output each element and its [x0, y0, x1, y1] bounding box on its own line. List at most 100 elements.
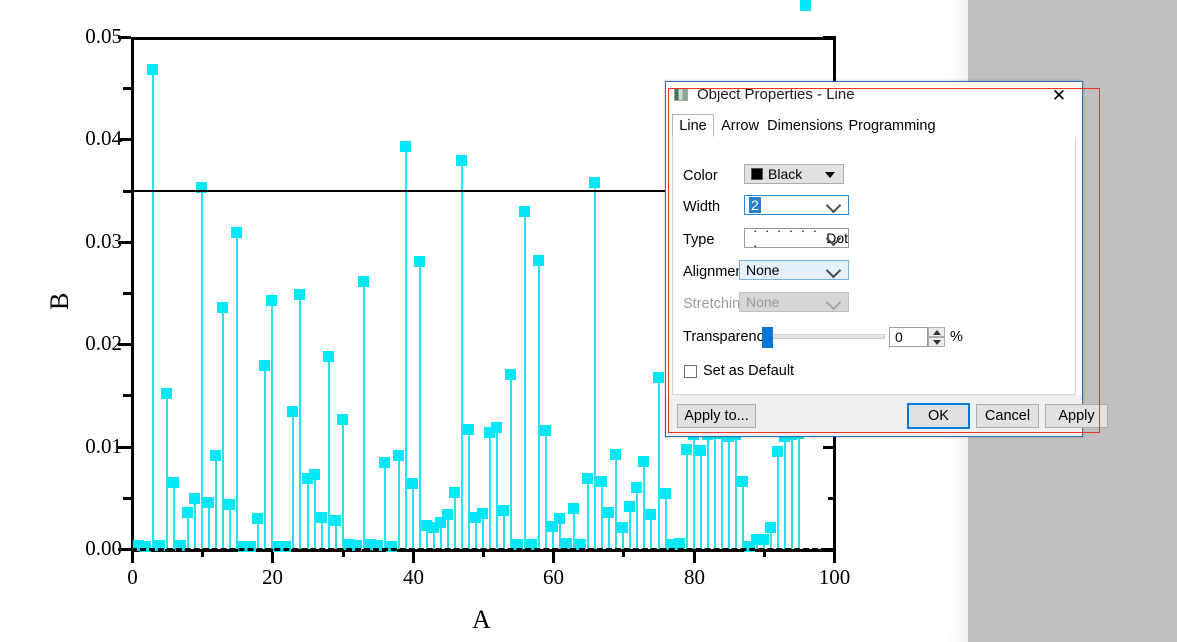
tab-programming[interactable]: Programming — [846, 114, 938, 137]
data-marker — [358, 276, 369, 287]
data-marker — [266, 295, 277, 306]
y-axis-tick-label: 0.04 — [85, 126, 122, 150]
stem-line — [419, 261, 421, 549]
transparency-slider-track[interactable] — [765, 334, 885, 339]
transparency-slider-thumb[interactable] — [762, 327, 773, 348]
stem-line — [798, 433, 800, 549]
data-marker — [182, 507, 193, 518]
stem-line — [615, 454, 617, 549]
y-axis-tick-label: 0.05 — [85, 24, 122, 48]
data-marker — [217, 302, 228, 313]
close-icon[interactable]: ✕ — [1036, 82, 1082, 109]
data-marker — [203, 497, 214, 508]
data-marker — [210, 450, 221, 461]
data-marker — [638, 456, 649, 467]
stem-line — [686, 449, 688, 549]
set-as-default-checkbox[interactable]: Set as Default — [684, 363, 794, 379]
width-dropdown[interactable]: 2 — [744, 195, 849, 215]
alignment-dropdown[interactable]: None — [739, 260, 849, 280]
dialog-footer: Apply to... OK Cancel Apply — [666, 395, 1108, 436]
alignment-label: Alignment — [683, 264, 748, 280]
data-marker — [653, 372, 664, 383]
stem-line — [489, 432, 491, 549]
y-axis-minor-tick — [123, 292, 131, 295]
data-marker — [477, 508, 488, 519]
data-marker — [660, 488, 671, 499]
type-dropdown[interactable]: · · · · · · · Dot — [744, 223, 849, 253]
stem-line — [363, 281, 365, 549]
data-marker — [407, 478, 418, 489]
stem-line — [707, 434, 709, 549]
data-marker — [400, 141, 411, 152]
transparency-spin-down-button[interactable] — [928, 337, 945, 347]
plot-top-border — [131, 37, 836, 40]
stem-line — [222, 307, 224, 549]
y-axis-tick-label: 0.03 — [85, 229, 122, 253]
data-marker — [168, 477, 179, 488]
x-axis-tick-label: 0 — [127, 565, 138, 589]
y-axis-line — [131, 37, 134, 550]
dialog-titlebar[interactable]: Object Properties - Line ✕ — [666, 82, 1082, 109]
data-marker — [519, 206, 530, 217]
tab-bar[interactable]: Line Arrow Dimensions Programming — [672, 114, 1076, 138]
ok-button[interactable]: OK — [907, 403, 970, 429]
color-dropdown[interactable]: Black — [744, 164, 844, 184]
stem-line — [510, 374, 512, 549]
stem-line — [643, 461, 645, 549]
data-marker — [259, 360, 270, 371]
x-axis-title: A — [472, 605, 491, 634]
transparency-spin-up-button[interactable] — [928, 327, 945, 337]
stem-line — [229, 504, 231, 549]
stretching-value: None — [746, 294, 780, 310]
stem-line — [721, 433, 723, 549]
transparency-unit: % — [950, 329, 963, 345]
data-marker — [596, 476, 607, 487]
stem-line — [342, 419, 344, 549]
data-marker — [449, 487, 460, 498]
x-axis-tick-label: 80 — [684, 565, 705, 589]
data-marker — [323, 351, 334, 362]
stem-line — [264, 365, 266, 549]
stem-line — [384, 462, 386, 549]
width-label: Width — [683, 199, 721, 215]
cancel-button[interactable]: Cancel — [976, 404, 1039, 428]
stem-line — [194, 498, 196, 549]
stem-line — [791, 434, 793, 549]
stem-line — [777, 451, 779, 549]
data-marker — [337, 414, 348, 425]
data-marker — [189, 493, 200, 504]
chevron-down-icon — [825, 262, 842, 279]
data-marker — [393, 450, 404, 461]
stem-line — [700, 450, 702, 549]
checkbox-icon[interactable] — [684, 364, 697, 378]
apply-button[interactable]: Apply — [1045, 404, 1108, 428]
tab-dimensions[interactable]: Dimensions — [766, 114, 844, 137]
data-marker — [330, 515, 341, 526]
data-marker — [603, 507, 614, 518]
stem-line — [454, 492, 456, 549]
transparency-input[interactable]: 0 — [889, 327, 928, 347]
data-marker — [414, 256, 425, 267]
data-marker — [695, 445, 706, 456]
dialog-title: Object Properties - Line — [697, 86, 855, 103]
stem-line — [152, 69, 154, 549]
data-marker — [540, 425, 551, 436]
y-axis-title: B — [45, 292, 74, 310]
object-properties-dialog[interactable]: Object Properties - Line ✕ Line Arrow Di… — [665, 81, 1108, 437]
data-marker — [589, 177, 600, 188]
apply-to-button[interactable]: Apply to... — [677, 404, 756, 428]
stem-line — [461, 160, 463, 549]
x-axis-tick-label: 20 — [262, 565, 283, 589]
stem-line — [215, 455, 217, 549]
data-marker — [617, 522, 628, 533]
data-marker — [610, 449, 621, 460]
tab-arrow[interactable]: Arrow — [716, 114, 764, 137]
y-axis-tick-label: 0.01 — [85, 434, 122, 458]
color-swatch — [751, 168, 763, 180]
stem-line — [496, 427, 498, 549]
stem-line — [236, 232, 238, 549]
y-axis-minor-tick — [123, 394, 131, 397]
tab-line[interactable]: Line — [672, 114, 714, 137]
window-icon — [674, 88, 688, 101]
x-axis-tick-label: 60 — [543, 565, 564, 589]
